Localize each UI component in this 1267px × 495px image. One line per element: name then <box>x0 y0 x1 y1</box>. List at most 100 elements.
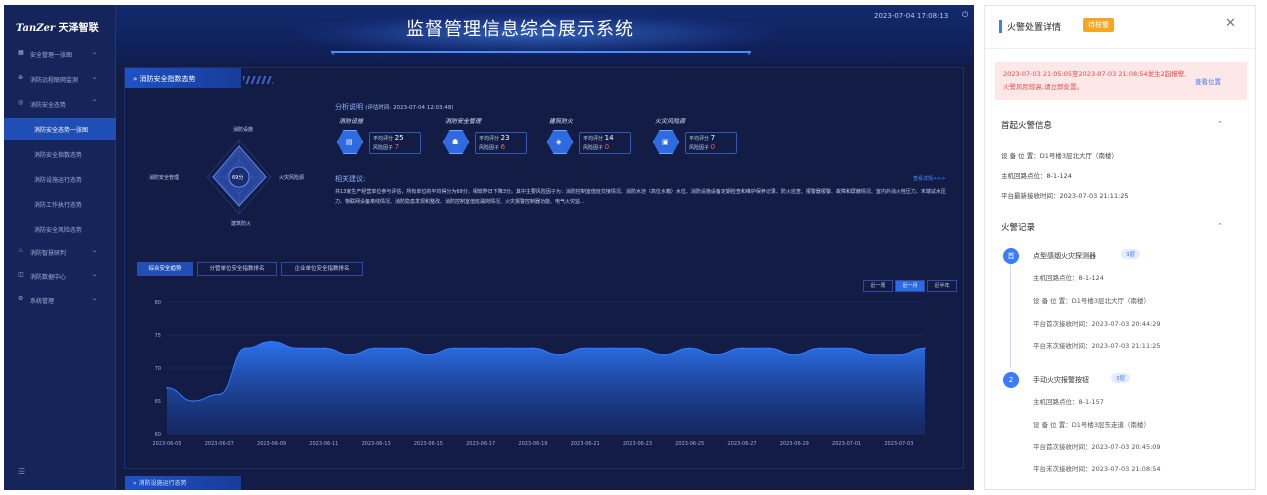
y-tick-label: 65 <box>155 399 161 405</box>
warning-banner: 2023-07-03 21:05:05至2023-07-03 21:08:54发… <box>995 62 1247 100</box>
sidebar-item-label: 消防数据中心 <box>30 274 67 281</box>
title-frame <box>331 51 751 55</box>
chevron-up-icon[interactable]: ⌃ <box>1217 120 1223 128</box>
advice-text: 共13家生产经营单位参与评估，所有单位的平均得分为69分，相较昨日下降3分。其中… <box>335 189 946 205</box>
range-month-button[interactable]: 近一月 <box>895 280 925 292</box>
sidebar-item-system[interactable]: ⚙ 系统管理 ⌄ <box>4 289 116 311</box>
tab-enterprise-ranking[interactable]: 企业单位安全指数排名 <box>281 262 363 276</box>
data-point <box>349 354 351 356</box>
sidebar-item-work-situation[interactable]: 消防工作执行态势 <box>4 193 116 215</box>
y-tick-label: 80 <box>155 300 161 306</box>
floor-tag: 3层 <box>1121 249 1140 259</box>
chevron-down-icon: ⌄ <box>92 49 98 56</box>
sidebar-item-facility-situation[interactable]: 消防设施运行态势 <box>4 168 116 190</box>
record-location: 设 备 位 置：D1号楼3层东走道（南楼） <box>1033 421 1150 429</box>
data-point <box>453 347 456 349</box>
x-tick-label: 2023-06-05 <box>152 441 181 447</box>
sidebar-item-remote-monitor[interactable]: ⊕ 消防远程联网监测 ⌄ <box>4 68 116 90</box>
range-week-button[interactable]: 近一周 <box>863 280 893 292</box>
trend-chart-svg: 6065707580 2023-06-05 2023-06-07 2023-06-0… <box>152 300 926 447</box>
data-point <box>871 354 874 356</box>
avg-label: 平均评分 <box>689 136 710 142</box>
risk-value: 6 <box>500 143 506 151</box>
x-tick-label: 2023-06-13 <box>362 441 391 447</box>
chevron-down-icon: ⌄ <box>92 74 98 81</box>
range-halfyear-button[interactable]: 近半年 <box>927 280 957 292</box>
sidebar-item-smart-judge[interactable]: ♨ 消防智慧研判 ⌄ <box>4 241 116 263</box>
flame-icon: ♨ <box>18 247 24 254</box>
data-point <box>741 347 743 349</box>
power-icon[interactable]: ⏻ <box>962 10 968 20</box>
system-title: 监督管理信息综合展示系统 <box>406 19 634 40</box>
analysis-heading: 分析说明 <box>335 103 363 111</box>
data-point <box>192 400 194 402</box>
y-tick-label: 60 <box>155 432 161 438</box>
data-point <box>898 354 900 356</box>
record-device-name: 点型感烟火灾探测器 <box>1033 252 1096 260</box>
sidebar-item-risk-situation[interactable]: 消防安全风险态势 <box>4 218 116 240</box>
eval-time: (评估时间: 2023-07-04 12:03:48) <box>365 105 454 111</box>
tab-branch-ranking[interactable]: 分管单位安全指数排名 <box>197 262 277 276</box>
analysis-title: 分析说明 (评估时间: 2023-07-04 12:03:48) <box>335 102 454 112</box>
collapse-sidebar-icon[interactable]: ☰ <box>18 467 25 476</box>
radar-label-risk-source: 火灾风险源 <box>279 175 305 181</box>
record-last-receive: 平台末次接收时间：2023-07-03 21:11:25 <box>1033 342 1161 350</box>
risk-value: 0 <box>604 143 610 151</box>
data-point <box>375 347 377 349</box>
team-icon: ☗ <box>443 130 469 154</box>
grid-icon: ▦ <box>18 49 24 56</box>
view-location-link[interactable]: 查看位置 <box>1195 76 1221 86</box>
x-tick-label: 2023-06-07 <box>205 441 234 447</box>
logo: TanZer 天泽智联 <box>16 19 99 34</box>
radar-label-management: 消防安全管理 <box>149 175 180 181</box>
record-host-loop: 主机回路点位：8-1-124 <box>1033 274 1104 282</box>
sidebar-item-safety-situation[interactable]: ◎ 消防安全态势 ⌃ <box>4 93 116 115</box>
alarm-panel-title: 火警处置详情 <box>999 20 1061 33</box>
shield-icon: ◎ <box>18 99 24 106</box>
alarm-records-title: 火警记录 <box>1001 223 1036 233</box>
sidebar-item-data-center[interactable]: ◫ 消防数据中心 ⌄ <box>4 265 116 287</box>
chevron-up-icon[interactable]: ⌃ <box>1217 222 1223 230</box>
data-point <box>636 347 639 349</box>
timeline-line <box>1010 264 1011 368</box>
sidebar-item-label: 消防安全指数态势 <box>34 152 83 159</box>
view-details-link[interactable]: 查看详情>>> <box>913 175 946 182</box>
risk-label: 风险因子 <box>689 145 710 151</box>
sidebar-item-situation-map[interactable]: 消防安全态势一张图 <box>4 118 116 140</box>
sidebar-item-label: 消防智慧研判 <box>30 250 67 257</box>
avg-label: 平均评分 <box>479 136 500 142</box>
data-point <box>924 347 926 349</box>
metric-card: 建筑防火 ◈ 平均评分 14 风险因子 0 <box>545 116 645 168</box>
data-point <box>218 393 221 396</box>
metric-name: 建筑防火 <box>549 118 574 125</box>
record-host-loop: 主机回路点位：8-1-157 <box>1033 398 1104 406</box>
data-point <box>662 354 665 356</box>
avg-label: 平均评分 <box>583 136 604 142</box>
close-icon[interactable]: ✕ <box>1225 16 1236 31</box>
data-point <box>845 347 848 349</box>
sidebar-item-safety-map[interactable]: ▦ 安全管理一张图 ⌄ <box>4 43 116 65</box>
record-last-receive: 平台末次接收时间：2023-07-03 21:08:54 <box>1033 465 1161 473</box>
radar-label-facility: 消防设施 <box>233 127 254 133</box>
data-point <box>715 354 717 356</box>
avg-value: 25 <box>394 134 404 142</box>
data-point <box>505 347 508 349</box>
first-alarm-title: 首起火警信息 <box>1001 121 1053 131</box>
risk-label: 风险因子 <box>479 145 500 151</box>
x-tick-label: 2023-07-03 <box>884 441 913 447</box>
x-tick-label: 2023-06-29 <box>780 441 809 447</box>
logo-name: 天泽智联 <box>58 23 99 34</box>
radar-center-value: 69分 <box>232 175 244 181</box>
tab-overall-trend[interactable]: 综合安全趋势 <box>137 262 193 276</box>
x-tick-label: 2023-06-09 <box>257 441 286 447</box>
data-point <box>479 347 482 349</box>
data-point <box>688 347 691 349</box>
avg-value: 23 <box>500 134 510 142</box>
data-point <box>401 347 404 349</box>
sidebar-item-index-situation[interactable]: 消防安全指数态势 <box>4 143 116 165</box>
status-badge: 待核警 <box>1083 18 1114 32</box>
chart-x-ticks: 2023-06-05 2023-06-07 2023-06-09 2023-06-11… <box>152 441 913 447</box>
series-area <box>167 341 925 434</box>
x-tick-label: 2023-06-27 <box>728 441 757 447</box>
data-point <box>584 347 587 349</box>
